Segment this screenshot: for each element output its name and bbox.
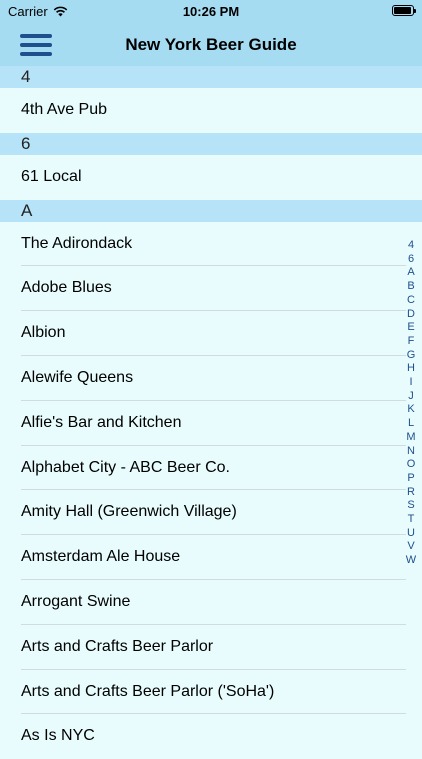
battery-icon [392,5,416,16]
list-item[interactable]: The Adirondack [0,222,422,267]
list-item[interactable]: Arts and Crafts Beer Parlor ('SoHa') [0,670,422,715]
index-letter[interactable]: O [407,458,416,472]
index-letter[interactable]: T [408,513,415,527]
index-letter[interactable]: J [408,390,414,404]
list-item[interactable]: Albion [0,311,422,356]
section-header: 6 [0,132,422,155]
index-letter[interactable]: B [407,280,414,294]
page-title: New York Beer Guide [125,35,297,54]
index-letter[interactable]: G [407,349,416,363]
section-header: 4 [0,66,422,88]
index-letter[interactable]: 4 [408,239,414,253]
list-item[interactable]: Amsterdam Ale House [0,535,422,580]
index-letter[interactable]: C [407,294,415,308]
index-letter[interactable]: V [407,540,414,554]
index-letter[interactable]: K [407,403,414,417]
index-letter[interactable]: F [408,335,415,349]
list-item[interactable]: 61 Local [0,155,422,200]
index-letter[interactable]: I [409,376,412,390]
status-bar: Carrier 10:26 PM [0,0,422,24]
list-item[interactable]: Alfie's Bar and Kitchen [0,401,422,446]
index-letter[interactable]: M [406,431,415,445]
status-time: 10:26 PM [182,4,240,19]
list-item[interactable]: As Is NYC [0,714,422,759]
list-item[interactable]: Arrogant Swine [0,580,422,625]
list-item[interactable]: Alewife Queens [0,356,422,401]
index-letter[interactable]: R [407,486,415,500]
index-letter[interactable]: S [407,499,414,513]
index-letter[interactable]: A [407,266,414,280]
index-letter[interactable]: P [407,472,414,486]
bar-list: 4 4th Ave Pub 6 61 Local A The Adirondack Adob… [0,66,422,759]
navigation-bar: New York Beer Guide [0,24,422,66]
list-item[interactable]: Alphabet City - ABC Beer Co. [0,446,422,491]
section-index-bar[interactable]: 46ABCDEFGHIJKLMNOPRSTUVW [404,239,418,568]
index-letter[interactable]: N [407,445,415,459]
status-right [392,5,416,16]
index-letter[interactable]: U [407,527,415,541]
section-header: A [0,199,422,222]
index-letter[interactable]: W [406,554,416,568]
index-letter[interactable]: L [408,417,414,431]
list-item[interactable]: Amity Hall (Greenwich Village) [0,490,422,535]
index-letter[interactable]: D [407,308,415,322]
index-letter[interactable]: E [407,321,414,335]
list-item[interactable]: Adobe Blues [0,266,422,311]
list-item[interactable]: Arts and Crafts Beer Parlor [0,625,422,670]
list-item[interactable]: 4th Ave Pub [0,88,422,133]
index-letter[interactable]: 6 [408,253,414,267]
index-letter[interactable]: H [407,362,415,376]
